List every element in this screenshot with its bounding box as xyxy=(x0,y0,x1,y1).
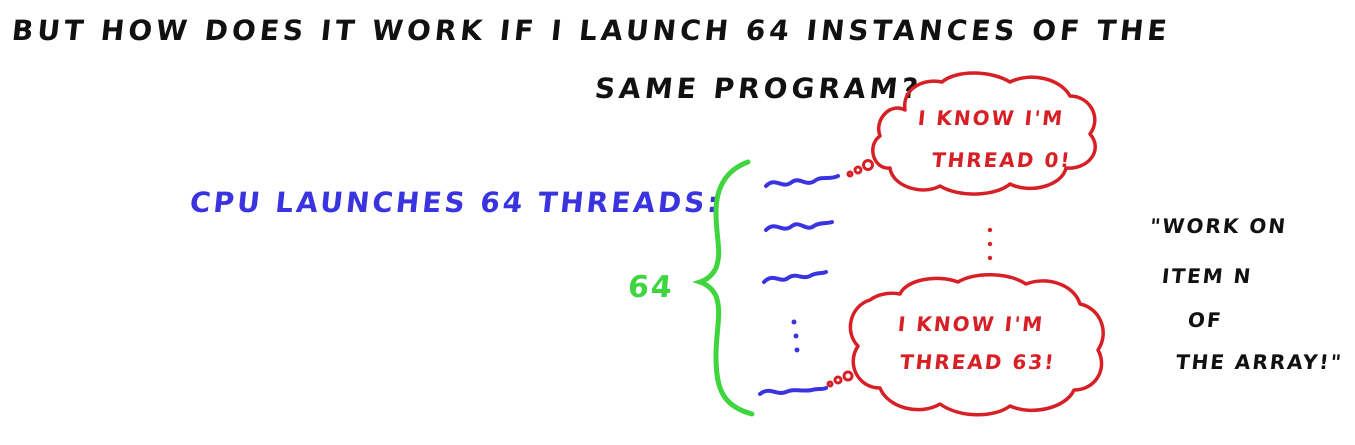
thread-squiggle-1 xyxy=(764,220,834,232)
bubble-last-line-1: I know I'm xyxy=(896,312,1046,336)
thought-trail-bottom xyxy=(826,370,854,388)
bubble-last-line-2: thread 63! xyxy=(898,350,1057,374)
curly-brace xyxy=(692,159,755,417)
thread-squiggle-last xyxy=(758,386,828,396)
bubble-first-line-1: I know I'm xyxy=(916,106,1066,130)
quote-line-3: of xyxy=(1186,308,1224,332)
bubble-first-line-2: thread 0! xyxy=(930,148,1073,172)
thought-bubble-thread-0 xyxy=(871,71,1097,196)
thought-trail-top xyxy=(846,159,874,178)
quote-line-4: the array!" xyxy=(1174,350,1345,374)
quote-line-1: "Work on xyxy=(1148,214,1289,238)
quote-line-2: item N xyxy=(1160,264,1254,288)
bubbles-ellipsis xyxy=(987,227,993,261)
whiteboard-canvas: But how does it work if I launch 64 inst… xyxy=(0,0,1355,445)
thread-squiggle-0 xyxy=(764,174,840,188)
threads-ellipsis xyxy=(791,319,800,353)
thread-squiggle-2 xyxy=(762,270,828,284)
thought-bubble-thread-63 xyxy=(848,273,1105,417)
